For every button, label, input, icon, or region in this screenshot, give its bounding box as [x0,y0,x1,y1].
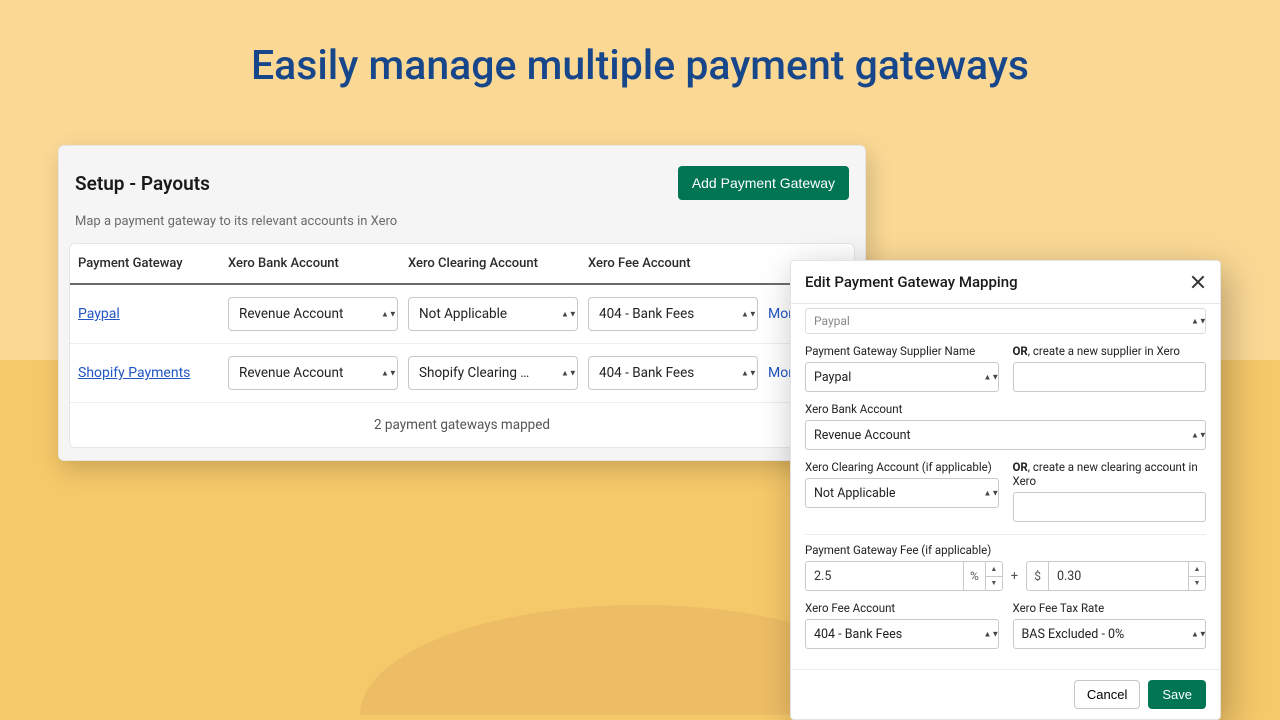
fee-percent-input[interactable]: 2.5 [805,561,963,591]
fee-amount-input[interactable]: 0.30 [1048,561,1188,591]
select-value: Paypal [814,314,850,328]
select-value: BAS Excluded - 0% [1022,627,1125,642]
select-value: Not Applicable [814,486,896,501]
supplier-select[interactable]: Paypal ▲▼ [805,362,999,392]
chevron-updown-icon: ▲▼ [561,312,571,317]
fee-select[interactable]: 404 - Bank Fees ▲▼ [588,297,758,331]
new-clearing-input[interactable] [1013,492,1207,522]
chevron-updown-icon: ▲▼ [1191,319,1201,324]
step-down-icon[interactable]: ▼ [986,577,1002,591]
select-value: Shopify Clearing … [419,365,529,381]
select-value: Revenue Account [239,365,343,381]
select-value: Not Applicable [419,306,507,322]
select-value: Paypal [814,370,851,385]
chevron-updown-icon: ▲▼ [741,312,751,317]
chevron-updown-icon: ▲▼ [381,312,391,317]
select-value: Revenue Account [814,428,911,443]
clearing-select[interactable]: Shopify Clearing … ▲▼ [408,356,578,390]
table-footer: 2 payment gateways mapped [70,403,854,447]
payouts-panel: Setup - Payouts Add Payment Gateway Map … [58,145,866,461]
modal-title: Edit Payment Gateway Mapping [805,273,1018,291]
chevron-updown-icon: ▲▼ [1191,632,1201,637]
table-row: Paypal Revenue Account ▲▼ Not Applicable… [70,285,854,344]
gateway-link-paypal[interactable]: Paypal [78,306,228,322]
chevron-updown-icon: ▲▼ [984,632,994,637]
label-or-supplier: OR, create a new supplier in Xero [1013,344,1207,358]
step-up-icon[interactable]: ▲ [986,562,1002,577]
bank-select[interactable]: Revenue Account ▲▼ [228,356,398,390]
save-button[interactable]: Save [1148,680,1206,709]
close-icon[interactable] [1190,274,1206,290]
plus-symbol: + [1009,569,1020,584]
label-supplier: Payment Gateway Supplier Name [805,344,999,358]
col-fee: Xero Fee Account [588,256,768,271]
hero-title: Easily manage multiple payment gateways [0,0,1280,90]
gateway-link-shopify[interactable]: Shopify Payments [78,365,228,381]
panel-subtitle: Map a payment gateway to its relevant ac… [59,214,865,243]
select-value: 404 - Bank Fees [599,306,694,322]
table-row: Shopify Payments Revenue Account ▲▼ Shop… [70,344,854,403]
percent-stepper[interactable]: ▲ ▼ [985,561,1003,591]
label-or-clearing: OR, create a new clearing account in Xer… [1013,460,1207,488]
clearing-select-modal[interactable]: Not Applicable ▲▼ [805,478,999,508]
step-up-icon[interactable]: ▲ [1189,562,1205,577]
chevron-updown-icon: ▲▼ [741,371,751,376]
chevron-updown-icon: ▲▼ [1191,433,1201,438]
chevron-updown-icon: ▲▼ [561,371,571,376]
gateway-table: Payment Gateway Xero Bank Account Xero C… [69,243,855,448]
percent-symbol: % [963,561,985,591]
col-clearing: Xero Clearing Account [408,256,588,271]
bank-select[interactable]: Revenue Account ▲▼ [228,297,398,331]
label-bank: Xero Bank Account [805,402,1206,416]
chevron-updown-icon: ▲▼ [984,491,994,496]
cancel-button[interactable]: Cancel [1074,680,1140,709]
new-supplier-input[interactable] [1013,362,1207,392]
fee-select[interactable]: 404 - Bank Fees ▲▼ [588,356,758,390]
fee-tax-select[interactable]: BAS Excluded - 0% ▲▼ [1013,619,1207,649]
edit-gateway-modal: Edit Payment Gateway Mapping Paypal ▲▼ P… [790,260,1221,720]
add-payment-gateway-button[interactable]: Add Payment Gateway [678,166,849,200]
select-value: 404 - Bank Fees [814,627,902,642]
select-value: Revenue Account [239,306,343,322]
step-down-icon[interactable]: ▼ [1189,577,1205,591]
select-value: 404 - Bank Fees [599,365,694,381]
chevron-updown-icon: ▲▼ [381,371,391,376]
col-gateway: Payment Gateway [78,256,228,271]
label-fee-section: Payment Gateway Fee (if applicable) [805,543,1206,557]
chevron-updown-icon: ▲▼ [984,375,994,380]
gateway-select[interactable]: Paypal ▲▼ [805,308,1206,334]
clearing-select[interactable]: Not Applicable ▲▼ [408,297,578,331]
table-header: Payment Gateway Xero Bank Account Xero C… [70,244,854,285]
bank-select-modal[interactable]: Revenue Account ▲▼ [805,420,1206,450]
dollar-symbol: $ [1026,561,1048,591]
divider [805,534,1206,535]
fee-account-select[interactable]: 404 - Bank Fees ▲▼ [805,619,999,649]
amount-stepper[interactable]: ▲ ▼ [1188,561,1206,591]
label-clearing: Xero Clearing Account (if applicable) [805,460,999,474]
col-bank: Xero Bank Account [228,256,408,271]
panel-title: Setup - Payouts [75,172,210,195]
label-fee-acct: Xero Fee Account [805,601,999,615]
label-fee-tax: Xero Fee Tax Rate [1013,601,1207,615]
